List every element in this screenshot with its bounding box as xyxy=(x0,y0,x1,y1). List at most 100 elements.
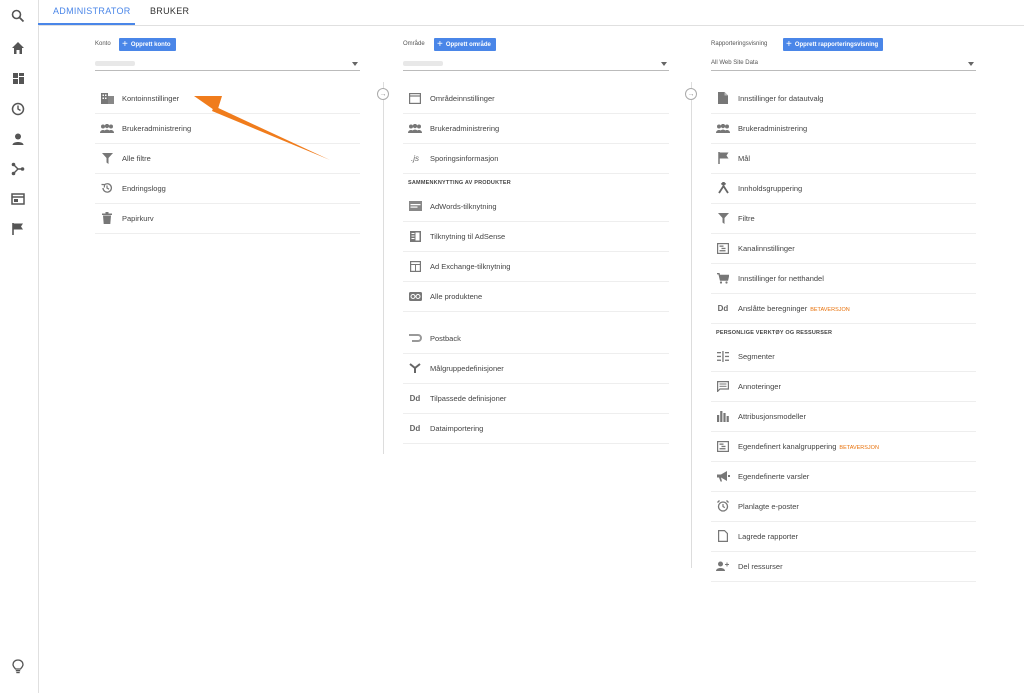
filter-icon xyxy=(716,212,730,224)
dd-icon: Dd xyxy=(717,303,729,313)
adexchange-icon xyxy=(408,260,422,272)
flag-icon xyxy=(716,152,730,164)
menu-item-label: Kanalinnstillinger xyxy=(738,244,795,253)
account-selector[interactable] xyxy=(95,58,360,71)
menu-item-label: Innstillinger for netthandel xyxy=(738,274,824,283)
menu-item-change-history[interactable]: Endringslogg xyxy=(95,174,360,204)
menu-item-label: Egendefinert kanalgruppering BETAVERSJON xyxy=(738,442,879,451)
menu-item-goals[interactable]: Mål xyxy=(711,144,976,174)
segments-icon xyxy=(716,350,730,362)
menu-item-postback[interactable]: Postback xyxy=(403,324,669,354)
menu-item-custom-alerts[interactable]: Egendefinerte varsler xyxy=(711,462,976,492)
create-view-button[interactable]: + Opprett rapporteringsvisning xyxy=(783,38,884,51)
create-account-button[interactable]: + Opprett konto xyxy=(119,38,176,51)
menu-item-adsense-linking[interactable]: Tilknytning til AdSense xyxy=(403,222,669,252)
menu-item-label: Anslåtte beregninger BETAVERSJON xyxy=(738,304,850,313)
dashboard-icon[interactable] xyxy=(8,68,28,88)
menu-item-label: Kontoinnstillinger xyxy=(122,94,180,103)
menu-item-label: Egendefinerte varsler xyxy=(738,472,810,481)
menu-item-content-grouping[interactable]: Innholdsgruppering xyxy=(711,174,976,204)
postback-icon xyxy=(408,332,422,344)
account-selector-value xyxy=(95,61,135,66)
menu-item-user-management[interactable]: Brukeradministrering xyxy=(711,114,976,144)
js-icon: .js xyxy=(411,153,419,163)
people-icon xyxy=(408,122,422,134)
view-selector[interactable]: All Web Site Data xyxy=(711,58,976,71)
view-selector-value: All Web Site Data xyxy=(711,60,758,66)
property-column: Område + Opprett område Områdeinnstillin… xyxy=(403,38,669,444)
annotation-arrow xyxy=(194,96,330,160)
clock-icon[interactable] xyxy=(8,99,28,119)
menu-item-filters[interactable]: Filtre xyxy=(711,204,976,234)
menu-item-ecommerce-settings[interactable]: Innstillinger for netthandel xyxy=(711,264,976,294)
menu-item-calculated-metrics[interactable]: Dd Anslåtte beregninger BETAVERSJON xyxy=(711,294,976,324)
beta-badge: BETAVERSJON xyxy=(839,445,879,451)
adwords-icon xyxy=(408,200,422,212)
menu-item-trash[interactable]: Papirkurv xyxy=(95,204,360,234)
lightbulb-icon[interactable] xyxy=(8,656,28,676)
menu-item-view-settings[interactable]: Innstillinger for datautvalg xyxy=(711,84,976,114)
person-icon[interactable] xyxy=(8,129,28,149)
tab-bruker[interactable]: BRUKER xyxy=(150,6,189,16)
menu-item-annotations[interactable]: Annoteringer xyxy=(711,372,976,402)
create-account-label: Opprett konto xyxy=(130,41,171,48)
menu-item-custom-channel-grouping[interactable]: Egendefinert kanalgruppering BETAVERSJON xyxy=(711,432,976,462)
dd-icon: Dd xyxy=(409,393,421,403)
property-selector[interactable] xyxy=(403,58,669,71)
people-icon xyxy=(100,122,114,134)
search-icon[interactable] xyxy=(8,6,28,26)
menu-item-data-import[interactable]: Dd Dataimportering xyxy=(403,414,669,444)
menu-item-tracking-info[interactable]: .js Sporingsinformasjon xyxy=(403,144,669,174)
menu-item-label: Dataimportering xyxy=(430,424,484,433)
behavior-icon[interactable] xyxy=(8,189,28,209)
view-label: Rapporteringsvisning xyxy=(711,41,768,47)
menu-item-label: Endringslogg xyxy=(122,184,166,193)
menu-item-user-management[interactable]: Brukeradministrering xyxy=(403,114,669,144)
menu-item-segments[interactable]: Segmenter xyxy=(711,342,976,372)
view-column: Rapporteringsvisning + Opprett rapporter… xyxy=(711,38,976,582)
tab-administrator[interactable]: ADMINISTRATOR xyxy=(53,6,131,16)
menu-item-label: Segmenter xyxy=(738,352,775,361)
menu-item-channel-settings[interactable]: Kanalinnstillinger xyxy=(711,234,976,264)
column-divider xyxy=(691,82,692,568)
history-icon xyxy=(100,182,114,194)
home-icon[interactable] xyxy=(8,38,28,58)
menu-item-label: Ad Exchange-tilknytning xyxy=(430,262,511,271)
menu-item-label: Innholdsgruppering xyxy=(738,184,803,193)
menu-item-label: Attribusjonsmodeller xyxy=(738,412,806,421)
menu-item-label: Brukeradministrering xyxy=(122,124,192,133)
menu-item-share-assets[interactable]: Del ressurser xyxy=(711,552,976,582)
menu-item-label: Mål xyxy=(738,154,751,163)
menu-item-adexchange-linking[interactable]: Ad Exchange-tilknytning xyxy=(403,252,669,282)
property-selector-value xyxy=(403,61,443,66)
menu-item-saved-reports[interactable]: Lagrede rapporter xyxy=(711,522,976,552)
menu-item-label: Sporingsinformasjon xyxy=(430,154,499,163)
menu-item-label: Områdeinnstillinger xyxy=(430,94,495,103)
people-icon xyxy=(716,122,730,134)
column-divider xyxy=(383,82,384,454)
building-icon xyxy=(100,92,114,104)
create-property-label: Opprett område xyxy=(445,41,491,48)
channel-icon xyxy=(716,440,730,452)
share-user-icon xyxy=(716,560,730,572)
flag-icon[interactable] xyxy=(8,219,28,239)
menu-item-attribution-models[interactable]: Attribusjonsmodeller xyxy=(711,402,976,432)
create-property-button[interactable]: + Opprett område xyxy=(434,38,496,51)
acquisition-icon[interactable] xyxy=(8,159,28,179)
channel-icon xyxy=(716,242,730,254)
menu-item-all-products[interactable]: Alle produktene xyxy=(403,282,669,312)
menu-item-audience-definitions[interactable]: Målgruppedefinisjoner xyxy=(403,354,669,384)
plus-icon: + xyxy=(122,38,128,50)
grouping-icon xyxy=(716,182,730,194)
menu-item-label: Alle produktene xyxy=(430,292,483,301)
menu-item-adwords-linking[interactable]: AdWords-tilknytning xyxy=(403,192,669,222)
property-label: Område xyxy=(403,41,425,47)
menu-item-custom-definitions[interactable]: Dd Tilpassede definisjoner xyxy=(403,384,669,414)
link-icon xyxy=(408,290,422,302)
beta-badge: BETAVERSJON xyxy=(810,307,850,313)
menu-item-label: Planlagte e-poster xyxy=(738,502,799,511)
document-icon xyxy=(716,92,730,104)
menu-item-property-settings[interactable]: Områdeinnstillinger xyxy=(403,84,669,114)
menu-item-scheduled-emails[interactable]: Planlagte e-poster xyxy=(711,492,976,522)
menu-item-label: Tilknytning til AdSense xyxy=(430,232,506,241)
